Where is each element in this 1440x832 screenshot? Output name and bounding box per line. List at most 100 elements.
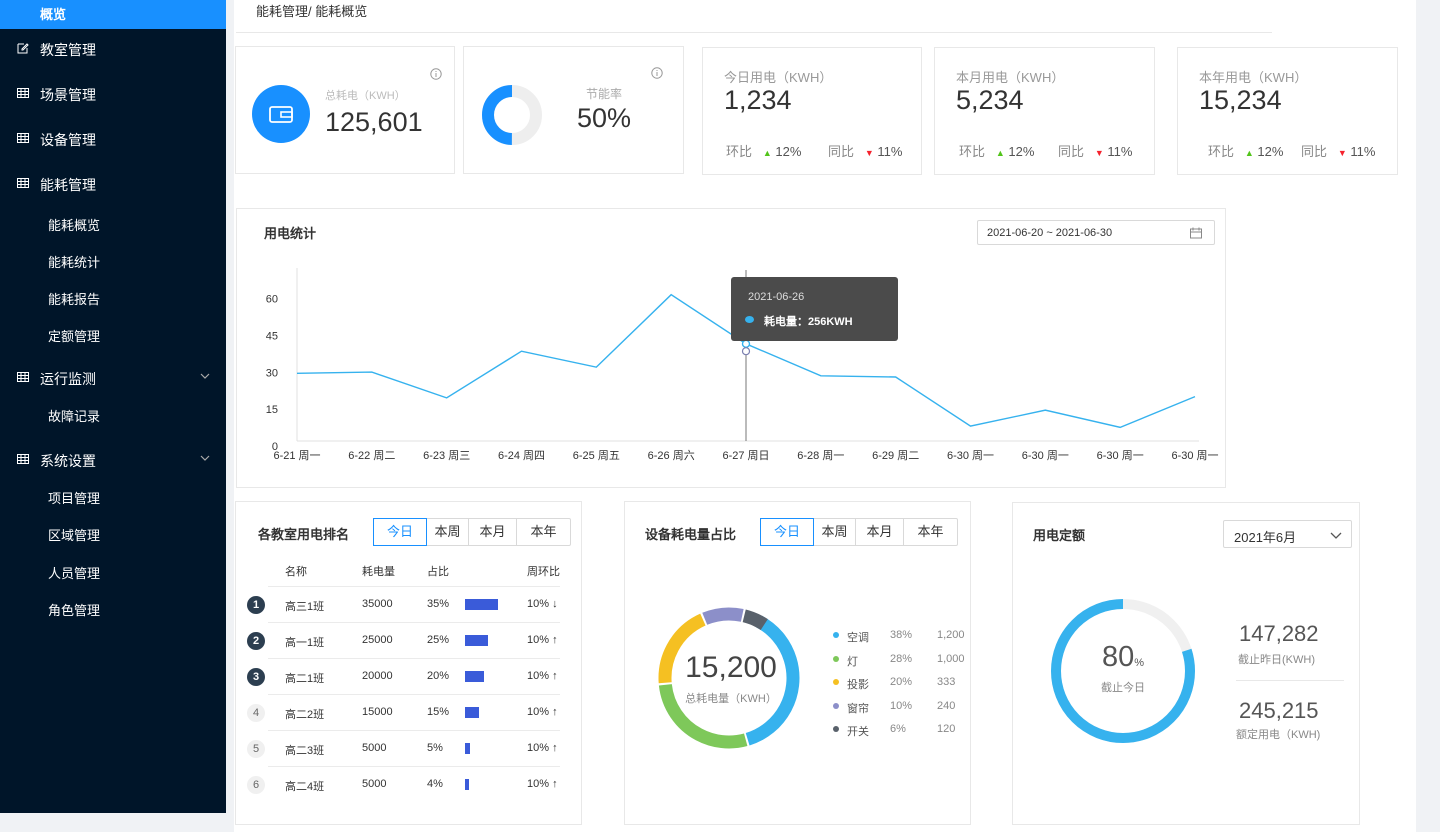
chevron-down-icon: [200, 455, 210, 461]
table-row[interactable]: 4 高二2班 15000 15% 10% ↑: [246, 695, 560, 731]
sidebar-subitem-fault-log[interactable]: 故障记录: [0, 399, 226, 429]
total-usage-title: 总耗电（KWH）: [325, 90, 406, 102]
legend-item[interactable]: 开关 6% 120: [833, 723, 973, 738]
chart-tooltip: 2021-06-26 耗电量：256KWH: [731, 277, 898, 341]
x-tick-label: 6-23 周三: [423, 449, 470, 462]
tab-week[interactable]: 本周: [427, 519, 469, 545]
table-row[interactable]: 6 高二4班 5000 4% 10% ↑: [246, 767, 560, 803]
table-row[interactable]: 2 高一1班 25000 25% 10% ↑: [246, 623, 560, 659]
legend-item[interactable]: 投影 20% 333: [833, 676, 973, 691]
share-bar: [465, 743, 470, 754]
tab-week[interactable]: 本周: [814, 519, 856, 545]
share-percent: 20%: [427, 670, 450, 682]
table-row[interactable]: 1 高三1班 35000 35% 10% ↓: [246, 587, 560, 623]
tab-year[interactable]: 本年: [904, 519, 957, 545]
grid-icon: [17, 88, 29, 98]
legend-item[interactable]: 灯 28% 1,000: [833, 652, 973, 668]
sidebar-item-system[interactable]: 系统设置: [0, 439, 226, 479]
table-row[interactable]: 5 高二3班 5000 5% 10% ↑: [246, 731, 560, 767]
info-icon[interactable]: [430, 68, 442, 80]
quota-total-value: 245,215: [1239, 698, 1319, 723]
column-header-name: 名称: [285, 566, 307, 578]
quota-yesterday-value: 147,282: [1239, 621, 1319, 646]
sidebar-subitem-energy-overview[interactable]: 能耗概览: [0, 208, 226, 238]
x-tick-label: 6-27 周日: [722, 449, 769, 462]
sidebar-item-device[interactable]: 设备管理: [0, 118, 226, 158]
column-header-share: 占比: [427, 566, 449, 578]
mom-value: 12%: [775, 144, 802, 159]
sidebar-subitem-staff[interactable]: 人员管理: [0, 556, 226, 586]
column-header-usage: 耗电量: [362, 566, 395, 578]
sidebar-item-label: 运行监测: [40, 371, 96, 387]
usage-chart-title: 用电统计: [264, 226, 317, 241]
date-range-picker[interactable]: 2021-06-20 ~ 2021-06-30: [977, 220, 1215, 245]
legend-dot: [833, 726, 839, 732]
legend-dot: [833, 679, 839, 685]
legend-value: 1,000: [937, 652, 965, 665]
x-tick-label: 6-24 周四: [498, 449, 545, 462]
month-select[interactable]: 2021年6月: [1223, 520, 1352, 548]
sidebar-subitem-area[interactable]: 区域管理: [0, 518, 226, 548]
share-percent: 25%: [427, 634, 450, 646]
sidebar-item-scene[interactable]: 场景管理: [0, 73, 226, 113]
legend-item[interactable]: 窗帘 10% 240: [833, 700, 973, 715]
x-tick-label: 6-28 周一: [797, 449, 844, 462]
total-usage-card: 总耗电（KWH） 125,601: [235, 46, 455, 174]
grid-icon: [17, 372, 29, 382]
mom-value: 12%: [1257, 144, 1284, 159]
column-header-change: 周环比: [527, 566, 560, 578]
sidebar-item-overview[interactable]: 概览: [0, 0, 226, 29]
sidebar-item-label: 系统设置: [40, 453, 96, 469]
sidebar-subitem-quota[interactable]: 定额管理: [0, 319, 226, 349]
info-icon[interactable]: [651, 67, 663, 79]
sidebar-subitem-energy-stats[interactable]: 能耗统计: [0, 245, 226, 275]
sidebar-subitem-role[interactable]: 角色管理: [0, 593, 226, 623]
sidebar-item-label: 教室管理: [40, 42, 96, 58]
x-tick-label: 6-30 周一: [947, 449, 994, 462]
tab-today[interactable]: 今日: [760, 518, 814, 546]
yoy-value: 11%: [877, 144, 903, 159]
legend-dot: [833, 655, 839, 662]
edit-icon: [17, 43, 29, 54]
today-usage-card: 今日用电（KWH） 1,234 环比 ▲ 12% 同比 ▼ 11%: [702, 47, 922, 175]
saving-rate-title: 节能率: [586, 87, 623, 101]
sidebar-item-energy[interactable]: 能耗管理: [0, 163, 226, 203]
saving-rate-value: 50%: [577, 103, 632, 133]
tab-month[interactable]: 本月: [856, 519, 904, 545]
rank-badge: 5: [247, 740, 265, 758]
tab-month[interactable]: 本月: [469, 519, 517, 545]
sidebar-subitem-label: 项目管理: [48, 491, 101, 506]
week-change: 10% ↑: [527, 706, 558, 718]
usage-value: 20000: [362, 670, 393, 682]
ranking-title: 各教室用电排名: [258, 527, 350, 542]
yoy-label: 同比: [1058, 144, 1085, 159]
table-row[interactable]: 3 高二1班 20000 20% 10% ↑: [246, 659, 560, 695]
sidebar-subitem-energy-report[interactable]: 能耗报告: [0, 282, 226, 312]
sidebar-subitem-project[interactable]: 项目管理: [0, 481, 226, 511]
sidebar-subitem-label: 能耗报告: [48, 292, 101, 307]
saving-rate-ring: [482, 85, 542, 145]
share-bar: [465, 779, 469, 790]
divider: [236, 32, 1272, 33]
share-percent: 15%: [427, 706, 450, 718]
year-usage-card: 本年用电（KWH） 15,234 环比 ▲ 12% 同比 ▼ 11%: [1177, 47, 1398, 175]
total-usage-value: 125,601: [325, 107, 423, 137]
sidebar-item-classroom[interactable]: 教室管理: [0, 28, 226, 68]
usage-value: 5000: [362, 742, 387, 754]
tab-today[interactable]: 今日: [373, 518, 427, 546]
chevron-down-icon: [200, 373, 210, 379]
stat-title: 本年用电（KWH）: [1199, 70, 1308, 85]
legend-item[interactable]: 空调 38% 1,200: [833, 629, 973, 644]
sidebar-item-monitor[interactable]: 运行监测: [0, 357, 226, 397]
rank-badge: 3: [247, 668, 265, 686]
hover-point[interactable]: [741, 339, 751, 349]
tab-year[interactable]: 本年: [517, 519, 570, 545]
legend-name: 灯: [847, 655, 858, 668]
device-period-tabs: 今日 本周 本月 本年: [760, 518, 958, 546]
chevron-down-icon: [1330, 532, 1342, 539]
legend-percent: 38%: [890, 629, 913, 641]
usage-value: 35000: [362, 598, 393, 610]
x-tick-label: 6-30 周一: [1171, 449, 1218, 462]
grid-icon: [17, 178, 29, 188]
week-change: 10% ↑: [527, 778, 558, 790]
